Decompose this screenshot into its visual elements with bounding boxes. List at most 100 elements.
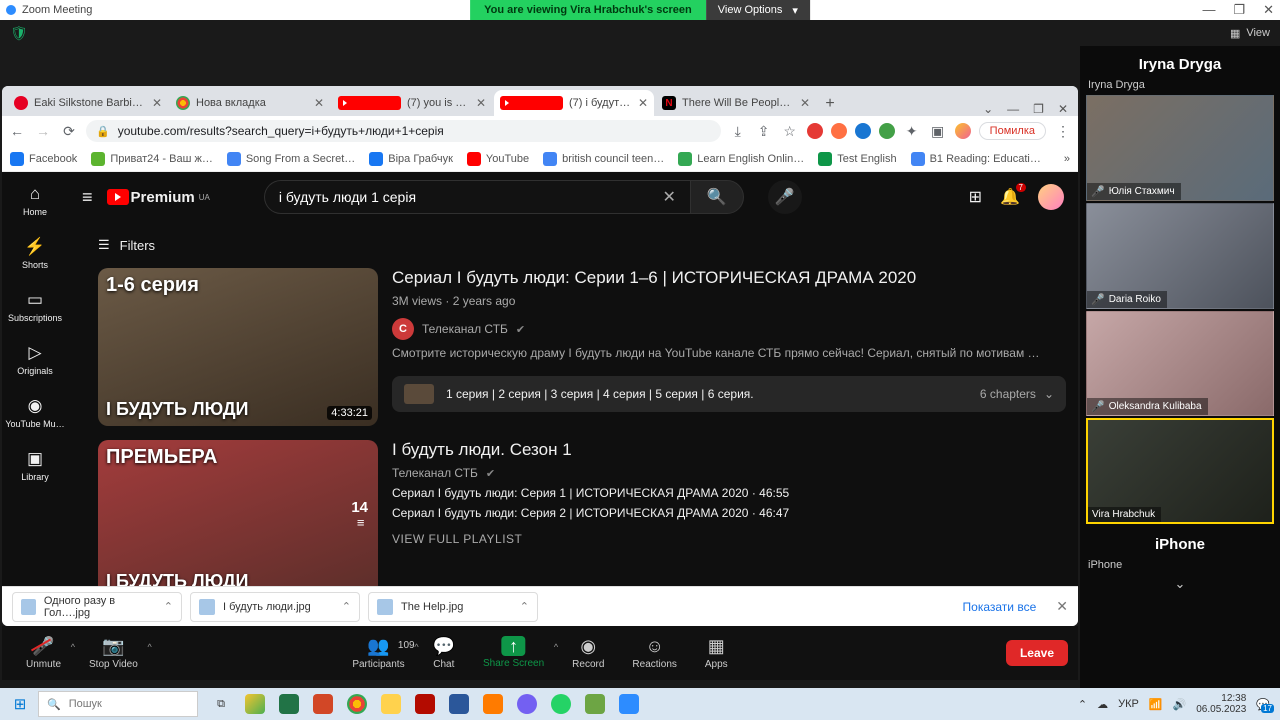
tab-netflix[interactable]: NThere Will Be People - Ne✕ (656, 90, 816, 116)
video-thumbnail[interactable]: 1-6 серия І БУДУТЬ ЛЮДИ 4:33:21 (98, 268, 378, 426)
download-item[interactable]: І будуть люди.jpg⌃ (190, 592, 360, 622)
leave-button[interactable]: Leave (1006, 640, 1068, 666)
create-icon[interactable]: ⊞ (969, 187, 982, 207)
apps-button[interactable]: ▦Apps (691, 636, 742, 670)
extensions-icon[interactable]: ✦ (903, 123, 921, 140)
ext-icon-1[interactable] (831, 123, 847, 139)
chrome-chevron-down-icon[interactable]: ⌄ (983, 102, 993, 116)
view-options-button[interactable]: View Options▾ (706, 0, 810, 20)
yt-side-subs[interactable]: ▭Subscriptions (5, 282, 65, 331)
participant-tile[interactable]: 🎤Daria Roiko (1086, 203, 1274, 309)
tab-new[interactable]: Нова вкладка✕ (170, 90, 330, 116)
reactions-button[interactable]: ☺Reactions (618, 636, 690, 670)
maximize-icon[interactable]: ❐ (1233, 2, 1245, 18)
filters-button[interactable]: ☰ Filters (68, 222, 1078, 268)
download-item[interactable]: Одного разу в Гол….jpg⌃ (12, 592, 182, 622)
start-button[interactable]: ⊞ (4, 690, 36, 718)
playlist-ep[interactable]: Сериал І будуть люди: Серия 2 | ИСТОРИЧЕ… (392, 506, 1066, 520)
stop-video-button[interactable]: 📷Stop Video^ (75, 636, 152, 670)
participant-tile[interactable]: 🎤Юлія Стахмич (1086, 95, 1274, 201)
taskbar-acrobat[interactable] (410, 690, 440, 718)
taskbar-powerpoint[interactable] (308, 690, 338, 718)
taskbar-whatsapp[interactable] (546, 690, 576, 718)
taskbar-app[interactable] (240, 690, 270, 718)
ext-icon-2[interactable] (855, 123, 871, 139)
playlist-title[interactable]: І будуть люди. Сезон 1 (392, 440, 1066, 460)
url-input[interactable]: 🔒 youtube.com/results?search_query=і+буд… (86, 120, 721, 142)
taskbar-explorer[interactable] (376, 690, 406, 718)
error-button[interactable]: Помилка (979, 122, 1046, 140)
gallery-view-icon[interactable]: ▦ (1230, 27, 1240, 40)
view-label[interactable]: View (1246, 27, 1270, 39)
close-tab-icon[interactable]: ✕ (638, 96, 648, 110)
panel-collapse-icon[interactable]: ⌄ (1086, 575, 1274, 593)
hamburger-icon[interactable]: ≡ (82, 187, 93, 208)
chevron-up-icon[interactable]: ⌃ (342, 600, 351, 613)
bookmark-item[interactable]: Facebook (10, 152, 77, 166)
bookmark-item[interactable]: B1 Reading: Educati… (911, 152, 1041, 166)
bookmark-item[interactable]: british council teen… (543, 152, 664, 166)
chapters-bar[interactable]: 1 серия | 2 серия | 3 серия | 4 серия | … (392, 376, 1066, 412)
show-all-downloads[interactable]: Показати все (963, 600, 1037, 614)
taskbar-zoom[interactable] (614, 690, 644, 718)
new-tab-button[interactable]: + (818, 92, 842, 116)
taskbar-viber[interactable] (512, 690, 542, 718)
tab-youtube-active[interactable]: (7) і будуть люди 1 сері✕ (494, 90, 654, 116)
taskbar-word[interactable] (444, 690, 474, 718)
profile-avatar-icon[interactable] (955, 123, 971, 139)
minimize-icon[interactable]: — (1202, 2, 1215, 18)
task-view-icon[interactable]: ⧉ (206, 690, 236, 718)
account-avatar[interactable] (1038, 184, 1064, 210)
unmute-button[interactable]: 🎤Unmute^ (12, 636, 75, 670)
taskbar-excel[interactable] (274, 690, 304, 718)
tray-cloud-icon[interactable]: ☁ (1097, 698, 1108, 711)
yt-side-library[interactable]: ▣Library (5, 441, 65, 490)
tray-wifi-icon[interactable]: 📶 (1149, 698, 1163, 711)
close-tab-icon[interactable]: ✕ (152, 96, 162, 110)
install-icon[interactable]: ⤓ (729, 123, 747, 140)
playlist-ep[interactable]: Сериал І будуть люди: Серия 1 | ИСТОРИЧЕ… (392, 486, 1066, 500)
view-full-playlist[interactable]: VIEW FULL PLAYLIST (392, 532, 1066, 546)
tray-notifications-icon[interactable]: 💬17 (1256, 698, 1270, 711)
side-panel-icon[interactable]: ▣ (929, 123, 947, 140)
chevron-up-icon[interactable]: ⌃ (520, 600, 529, 613)
participant-tile-speaking[interactable]: Vira Hrabchuk (1086, 418, 1274, 524)
clear-search-icon[interactable]: ✕ (662, 187, 675, 207)
close-icon[interactable]: ✕ (1263, 2, 1274, 18)
yt-side-shorts[interactable]: ⚡Shorts (5, 229, 65, 278)
bookmark-item[interactable]: Learn English Onlin… (678, 152, 804, 166)
channel-link[interactable]: Телеканал СТБ ✔ (392, 466, 1066, 480)
windows-search-input[interactable]: 🔍 Пошук (38, 691, 198, 717)
grammarly-icon[interactable] (879, 123, 895, 139)
participants-button[interactable]: 👥Participants109^ (338, 636, 418, 670)
video-title[interactable]: Сериал І будуть люди: Серии 1–6 | ИСТОРИ… (392, 268, 1066, 288)
channel-link[interactable]: C Телеканал СТБ ✔ (392, 318, 1066, 340)
taskbar-chrome[interactable] (342, 690, 372, 718)
bookmark-item[interactable]: YouTube (467, 152, 529, 166)
tray-clock[interactable]: 12:38 06.05.2023 (1196, 693, 1246, 715)
back-icon[interactable]: ← (8, 123, 26, 139)
encryption-shield-icon[interactable]: 🛡 (10, 25, 28, 42)
bookmark-item[interactable]: Test English (818, 152, 896, 166)
playlist-thumbnail[interactable]: ПРЕМЬЕРА І БУДУТЬ ЛЮДИ 14≡ (98, 440, 378, 586)
tray-chevron-icon[interactable]: ⌃ (1078, 698, 1087, 711)
close-tab-icon[interactable]: ✕ (800, 96, 810, 110)
download-item[interactable]: The Help.jpg⌃ (368, 592, 538, 622)
tray-volume-icon[interactable]: 🔊 (1173, 698, 1187, 711)
chrome-menu-icon[interactable]: ⋮ (1054, 123, 1072, 140)
search-result-playlist[interactable]: ПРЕМЬЕРА І БУДУТЬ ЛЮДИ 14≡ І будуть люди… (98, 440, 1066, 586)
chrome-maximize-icon[interactable]: ❐ (1033, 102, 1044, 116)
adblock-icon[interactable] (807, 123, 823, 139)
star-icon[interactable]: ☆ (781, 123, 799, 140)
yt-side-music[interactable]: ◉YouTube Mu… (5, 388, 65, 437)
yt-side-originals[interactable]: ▷Originals (5, 335, 65, 384)
close-tab-icon[interactable]: ✕ (476, 96, 486, 110)
youtube-search-input[interactable]: і будуть люди 1 серія ✕ (264, 180, 690, 214)
share-screen-button[interactable]: ↑Share Screen^ (469, 636, 558, 670)
taskbar-app-green[interactable] (580, 690, 610, 718)
chevron-up-icon[interactable]: ⌃ (164, 600, 173, 613)
close-shelf-icon[interactable]: ✕ (1056, 598, 1068, 615)
youtube-search-button[interactable]: 🔍 (690, 180, 744, 214)
close-tab-icon[interactable]: ✕ (314, 96, 324, 110)
chat-button[interactable]: 💬Chat (419, 636, 469, 670)
